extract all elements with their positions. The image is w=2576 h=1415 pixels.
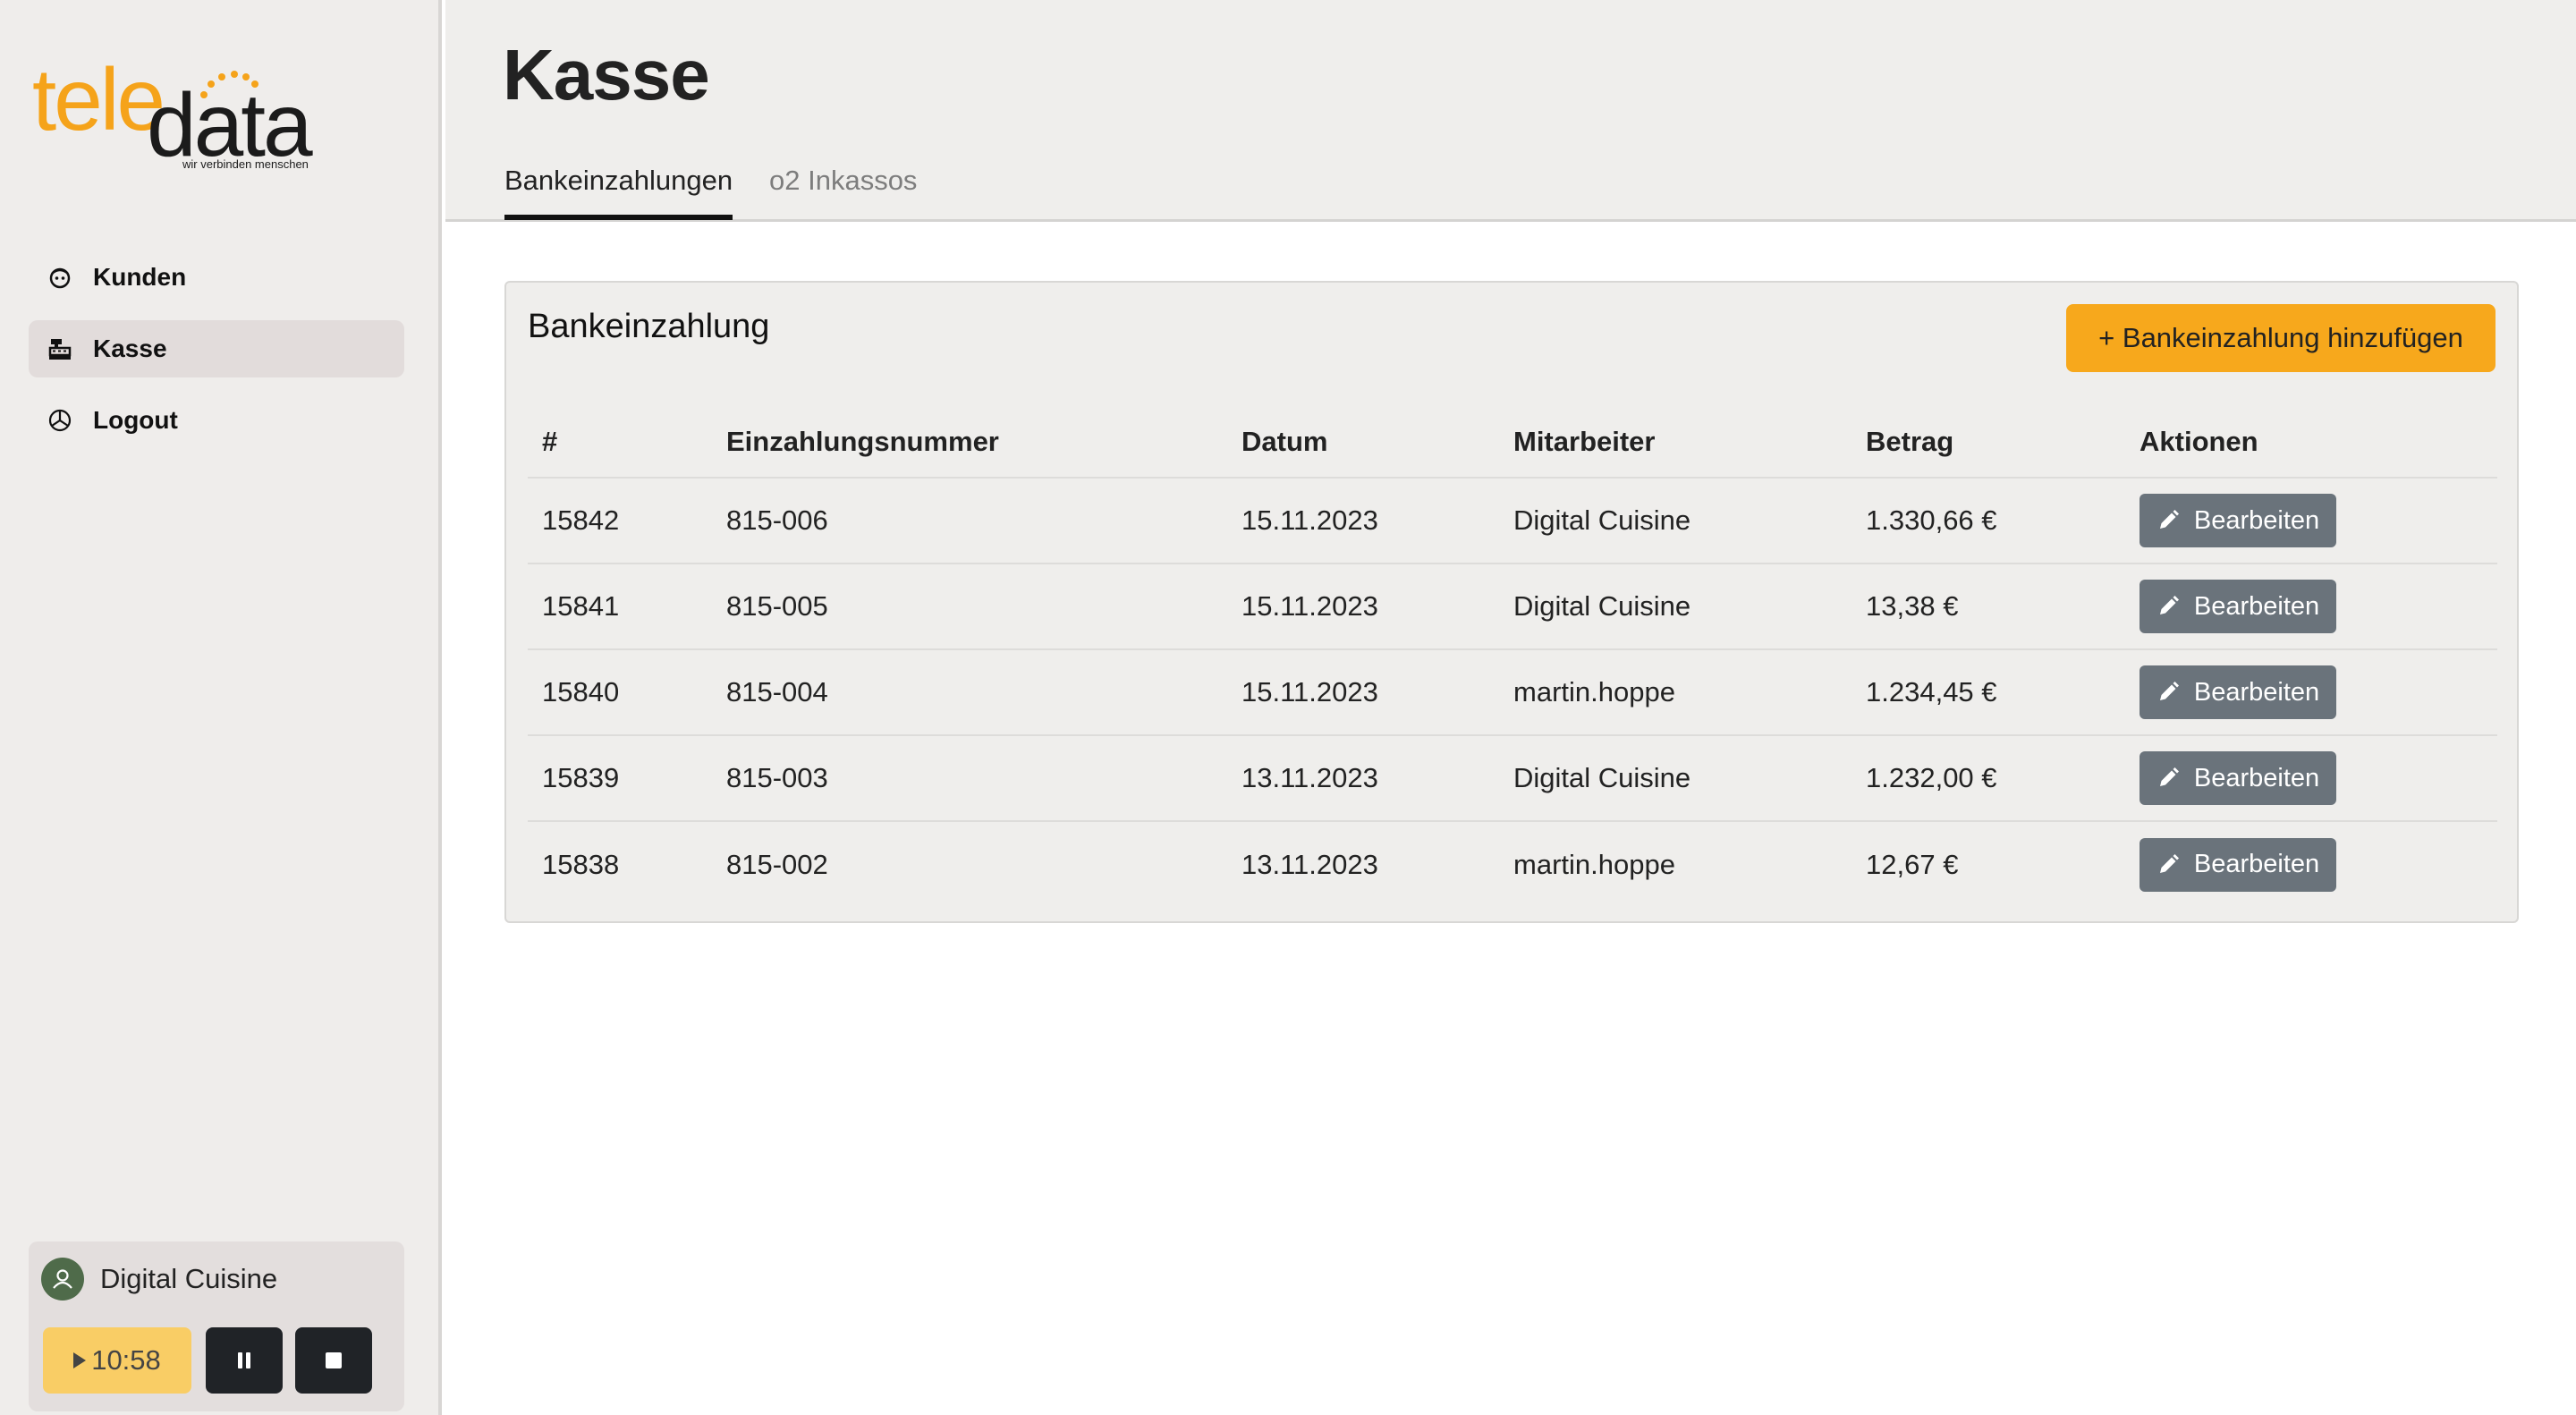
edit-button[interactable]: Bearbeiten [2140, 665, 2336, 719]
face-icon [47, 264, 73, 291]
cell-date: 15.11.2023 [1227, 563, 1499, 650]
user-name: Digital Cuisine [100, 1263, 278, 1294]
add-bankeinzahlung-button[interactable]: + Bankeinzahlung hinzufügen [2066, 304, 2496, 372]
column-header-actions: Aktionen [2125, 406, 2497, 479]
column-header-employee: Mitarbeiter [1499, 406, 1852, 479]
cell-amount: 1.234,45 € [1852, 649, 2125, 736]
pencil-icon [2157, 767, 2180, 790]
cash-register-icon [47, 335, 73, 362]
card-title: Bankeinzahlung [528, 308, 770, 345]
cell-date: 13.11.2023 [1227, 735, 1499, 822]
tab-bankeinzahlungen[interactable]: Bankeinzahlungen [504, 165, 733, 220]
edit-button[interactable]: Bearbeiten [2140, 580, 2336, 633]
table-row: 15839 815-003 13.11.2023 Digital Cuisine… [528, 735, 2497, 822]
sidebar-item-label: Logout [93, 406, 178, 434]
cell-date: 15.11.2023 [1227, 649, 1499, 736]
table-row: 15840 815-004 15.11.2023 martin.hoppe 1.… [528, 649, 2497, 736]
cell-number: 815-006 [712, 478, 1227, 564]
logo-tagline: wir verbinden menschen [182, 157, 309, 171]
pencil-icon [2157, 681, 2180, 704]
timer-play-button[interactable]: 10:58 [43, 1327, 191, 1394]
sidebar: tele data wir verbinden menschen Kunden [0, 0, 442, 1415]
edit-button-label: Bearbeiten [2193, 677, 2320, 707]
cell-employee: Digital Cuisine [1499, 563, 1852, 650]
user-panel: Digital Cuisine 10:58 [29, 1241, 404, 1411]
cell-amount: 13,38 € [1852, 563, 2125, 650]
page-title: Kasse [503, 35, 710, 114]
pause-icon [238, 1352, 250, 1368]
table-row: 15838 815-002 13.11.2023 martin.hoppe 12… [528, 821, 2497, 907]
timer-value: 10:58 [91, 1344, 161, 1376]
cell-amount: 12,67 € [1866, 848, 1959, 880]
edit-button-label: Bearbeiten [2193, 850, 2320, 878]
edit-button-label: Bearbeiten [2193, 505, 2320, 535]
column-header-date: Datum [1227, 406, 1499, 479]
table-header-row: # Einzahlungsnummer Datum Mitarbeiter Be… [528, 406, 2497, 479]
edit-button-label: Bearbeiten [2193, 763, 2320, 792]
play-icon [73, 1352, 87, 1368]
teledata-logo[interactable]: tele data wir verbinden menschen [32, 55, 327, 181]
user-avatar-icon [41, 1258, 84, 1301]
column-header-number: Einzahlungsnummer [712, 406, 1227, 479]
cell-employee: Digital Cuisine [1499, 735, 1852, 822]
cell-employee: martin.hoppe [1499, 649, 1852, 736]
column-header-id: # [528, 406, 712, 479]
cell-actions: Bearbeiten [2125, 649, 2497, 736]
sidebar-item-label: Kunden [93, 263, 187, 291]
cell-id: 15842 [528, 478, 712, 564]
cell-amount: 1.330,66 € [1852, 478, 2125, 564]
column-header-amount: Betrag [1852, 406, 2125, 479]
tab-o2-inkassos[interactable]: o2 Inkassos [769, 165, 917, 215]
cell-actions: Bearbeiten [2125, 563, 2497, 650]
edit-button[interactable]: Bearbeiten [2140, 494, 2336, 547]
cell-number: 815-004 [712, 649, 1227, 736]
pencil-icon [2157, 595, 2180, 618]
edit-button[interactable]: Bearbeiten [2140, 751, 2336, 805]
cell-actions: Bearbeiten [2125, 821, 2497, 907]
cell-id: 15841 [528, 563, 712, 650]
stop-icon [326, 1352, 342, 1368]
bankeinzahlung-card: Bankeinzahlung + Bankeinzahlung hinzufüg… [504, 281, 2519, 923]
cell-date: 15.11.2023 [1227, 478, 1499, 564]
cell-amount: 1.232,00 € [1852, 735, 2125, 822]
cell-id: 15839 [528, 735, 712, 822]
table-row: 15841 815-005 15.11.2023 Digital Cuisine… [528, 563, 2497, 650]
pencil-icon [2157, 853, 2180, 877]
cell-number: 815-003 [712, 735, 1227, 822]
sidebar-item-kasse[interactable]: Kasse [29, 320, 404, 377]
cell-number: 815-005 [712, 563, 1227, 650]
cell-id: 15840 [528, 649, 712, 736]
cell-employee: martin.hoppe [1513, 848, 1675, 880]
cell-id: 15838 [542, 848, 620, 880]
sidebar-item-label: Kasse [93, 335, 167, 362]
page-header: Kasse Bankeinzahlungen o2 Inkassos [445, 0, 2576, 222]
table-row: 15842 815-006 15.11.2023 Digital Cuisine… [528, 478, 2497, 564]
cell-actions: Bearbeiten [2125, 478, 2497, 564]
sidebar-item-kunden[interactable]: Kunden [29, 249, 404, 306]
cell-date: 13.11.2023 [1241, 848, 1378, 880]
sidebar-nav: Kunden Kasse Logout [29, 249, 404, 463]
edit-button-label: Bearbeiten [2193, 591, 2320, 621]
edit-button[interactable]: Bearbeiten [2140, 837, 2336, 892]
cell-employee: Digital Cuisine [1499, 478, 1852, 564]
cell-number: 815-002 [726, 848, 828, 880]
logo-tele-text: tele [32, 50, 165, 148]
sidebar-item-logout[interactable]: Logout [29, 392, 404, 449]
deposits-table: # Einzahlungsnummer Datum Mitarbeiter Be… [528, 406, 2497, 907]
timer-stop-button[interactable] [295, 1327, 372, 1394]
pencil-icon [2157, 509, 2180, 532]
current-user: Digital Cuisine [41, 1258, 277, 1301]
pie-chart-icon [47, 407, 73, 434]
timer-pause-button[interactable] [206, 1327, 283, 1394]
logo-data-text: data [147, 75, 313, 175]
cell-actions: Bearbeiten [2125, 735, 2497, 822]
